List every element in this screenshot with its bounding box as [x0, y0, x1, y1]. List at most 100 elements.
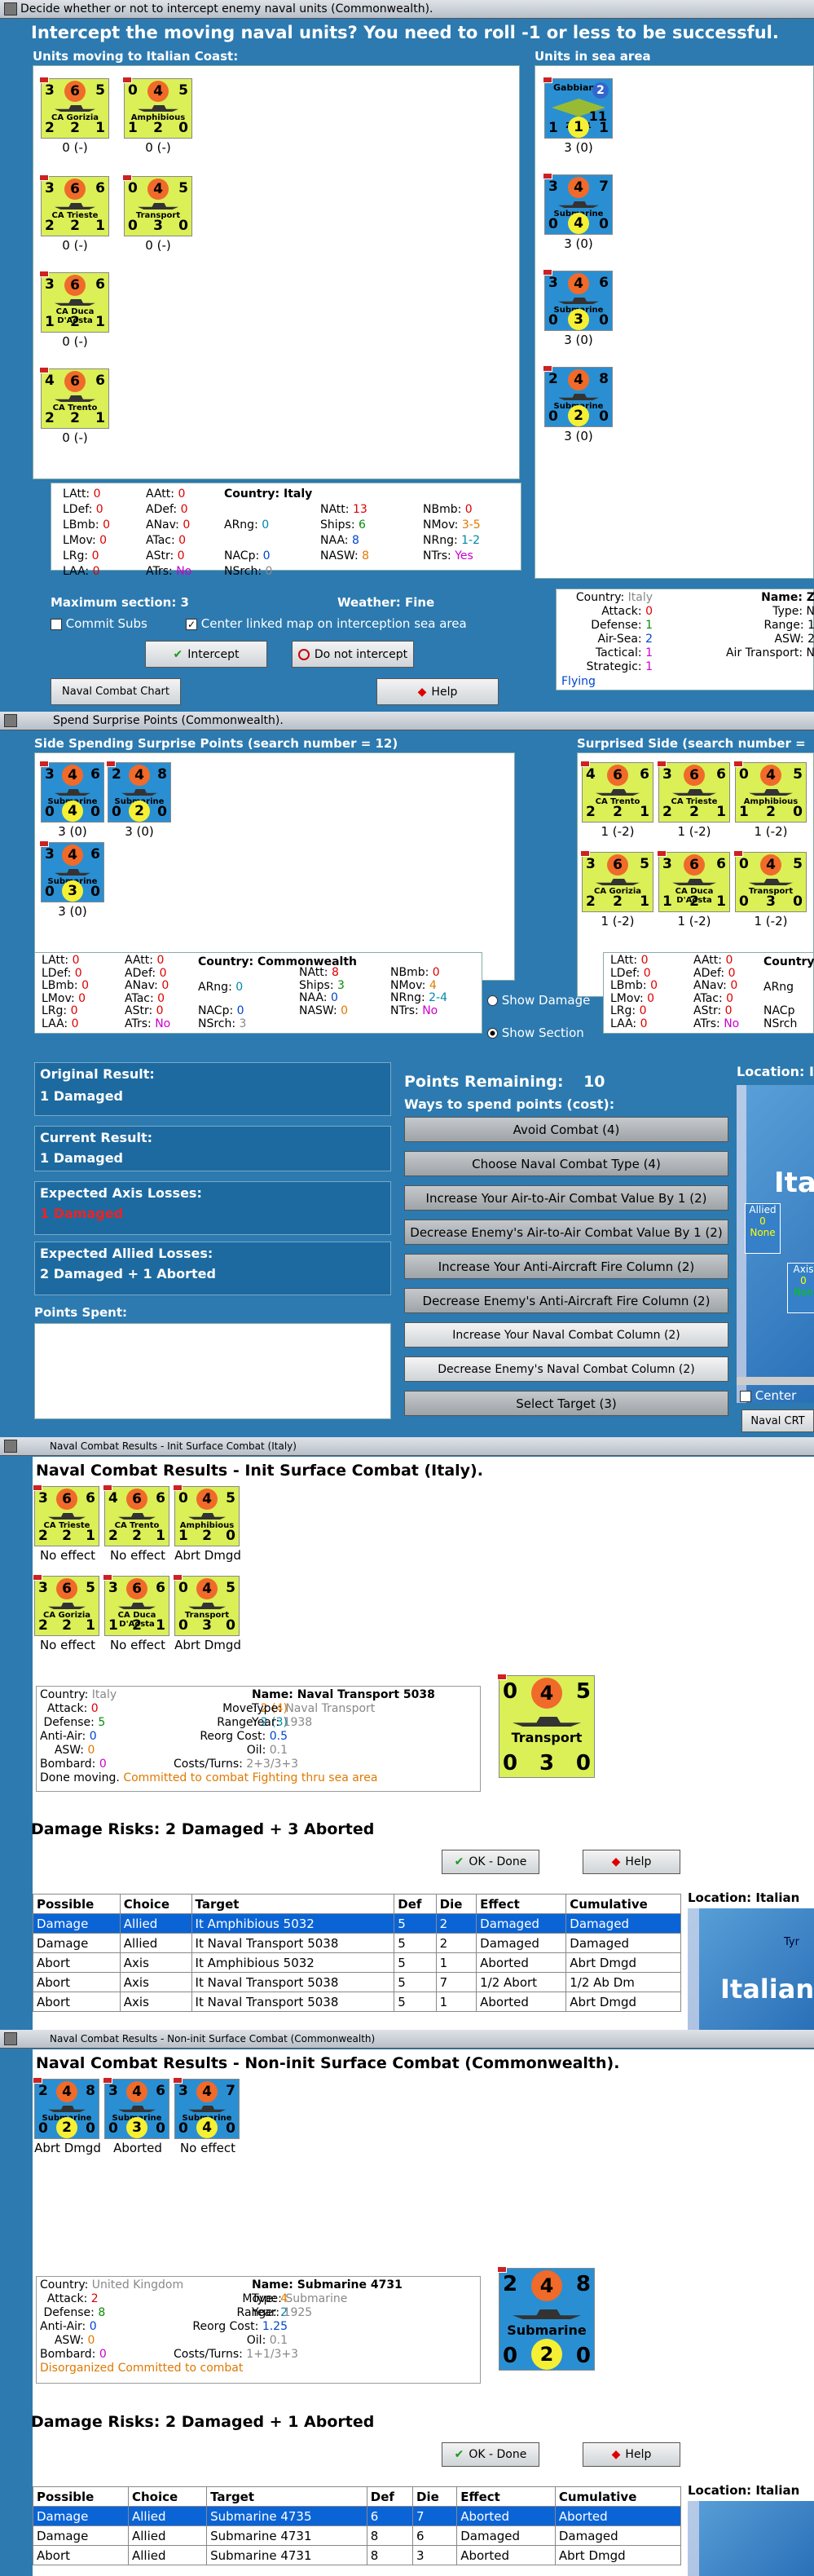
naval-crt-button[interactable]: Naval CRT	[741, 1409, 814, 1432]
italian-naval-unit-counter[interactable]: 3 6 6 CA Trieste 2 2 1	[657, 761, 730, 823]
spend-option-button[interactable]: Select Target (3)	[404, 1391, 728, 1416]
italian-naval-unit-counter[interactable]: 0 4 5 Amphibious 1 2 0	[733, 761, 807, 823]
column-header[interactable]: Effect	[476, 1894, 567, 1914]
italian-naval-unit-counter[interactable]: 4 6 6 CA Trento 2 2 1	[103, 1484, 169, 1546]
allied-naval-unit-counter[interactable]: 248Submarine020	[543, 365, 613, 427]
table-cell: 5	[394, 1933, 437, 1953]
column-header[interactable]: Choice	[119, 1894, 192, 1914]
unit-caption: 3 (0)	[125, 824, 154, 839]
column-header[interactable]: Possible	[33, 1894, 121, 1914]
italian-naval-unit-counter[interactable]: 3 6 5 CA Gorizia 2 2 1	[39, 77, 109, 139]
intercept-button[interactable]: ✔ Intercept	[145, 641, 267, 668]
help-button[interactable]: ◆ Help	[583, 2442, 680, 2467]
points-spent-list[interactable]	[34, 1323, 391, 1419]
help-button[interactable]: ◆ Help	[376, 678, 499, 705]
spend-option-button[interactable]: Choose Naval Combat Type (4)	[404, 1151, 728, 1176]
table-row[interactable]: Damage Allied It Amphibious 5032 5 2 Damaged D…	[33, 1913, 681, 1934]
unit-caption: 0 (-)	[62, 334, 88, 349]
ship-icon	[749, 879, 793, 885]
column-header[interactable]: Die	[435, 1894, 477, 1914]
surprise-titlebar[interactable]: Spend Surprise Points (Commonwealth).	[0, 712, 814, 730]
italian-naval-unit-counter[interactable]: 3 6 5 CA Gorizia 2 2 1	[580, 850, 653, 912]
do-not-intercept-button[interactable]: Do not intercept	[292, 641, 414, 668]
ok-done-button[interactable]: ✔ OK - Done	[442, 1850, 539, 1874]
help-book-icon: ◆	[417, 685, 427, 699]
table-row[interactable]: Abort Axis It Amphibious 5032 5 1 Aborted Abrt…	[33, 1952, 681, 1973]
ship-icon	[121, 789, 157, 796]
table-row[interactable]: Abort Axis It Naval Transport 5038 5 7 1/2 Ab…	[33, 1972, 681, 1992]
allied-naval-unit-counter[interactable]: 346Submarine030	[39, 840, 104, 902]
selected-unit-counter[interactable]: 0 4 5 Transport 0 3 0	[497, 1674, 595, 1778]
allied-naval-unit-counter[interactable]: 248Submarine020	[33, 2077, 99, 2139]
spend-option-button[interactable]: Increase Your Naval Combat Column (2)	[404, 1322, 728, 1348]
italian-naval-unit-counter[interactable]: 3 6 6 CA Duca D'Aosta 1 2 1	[39, 271, 109, 333]
italian-naval-unit-counter[interactable]: 0 4 5 Transport 0 3 0	[122, 174, 192, 236]
spend-option-button[interactable]: Decrease Enemy's Anti-Aircraft Fire Colu…	[404, 1288, 728, 1313]
spend-option-button[interactable]: Decrease Enemy's Naval Combat Column (2)	[404, 1356, 728, 1382]
spend-option-button[interactable]: Increase Your Air-to-Air Combat Value By…	[404, 1185, 728, 1211]
center-linked-checkbox[interactable]: ✓ Center linked map on interception sea …	[186, 616, 467, 631]
column-header[interactable]: Target	[191, 1894, 395, 1914]
allied-naval-unit-counter[interactable]: 347Submarine040	[173, 2077, 240, 2139]
ok-done-button[interactable]: ✔ OK - Done	[442, 2442, 539, 2467]
italian-naval-unit-counter[interactable]: 0 4 5 Transport 0 3 0	[173, 1574, 240, 1636]
table-row[interactable]: Damage Allied It Naval Transport 5038 5 2 Dam…	[33, 1933, 681, 1953]
table-cell: 8	[366, 2545, 414, 2565]
unit-caption: No effect	[39, 1548, 96, 1563]
italian-naval-unit-counter[interactable]: 3 6 6 CA Trieste 2 2 1	[39, 174, 109, 236]
spend-option-button[interactable]: Increase Your Anti-Aircraft Fire Column …	[404, 1254, 728, 1279]
italian-naval-unit-counter[interactable]: 4 6 6 CA Trento 2 2 1	[39, 367, 109, 429]
selected-unit-counter[interactable]: 2 4 8 Submarine 0 2 0	[497, 2266, 595, 2371]
italian-naval-unit-counter[interactable]: 0 4 5 Amphibious 1 2 0	[173, 1484, 240, 1546]
table-cell: Damaged	[565, 1933, 681, 1953]
show-section-radio[interactable]: Show Section	[487, 1026, 584, 1040]
italian-naval-unit-counter[interactable]: 3 6 6 CA Duca D'Aosta 1 2 1	[657, 850, 730, 912]
show-damage-radio[interactable]: Show Damage	[487, 993, 590, 1008]
unit-caption: 0 (-)	[62, 140, 88, 155]
allied-naval-unit-counter[interactable]: 346Submarine030	[103, 2077, 169, 2139]
table-row[interactable]: Abort Allied Submarine 4731 8 3 Aborted Abrt D…	[33, 2545, 682, 2565]
column-header[interactable]: Cumulative	[565, 1894, 681, 1914]
spend-option-button[interactable]: Decrease Enemy's Air-to-Air Combat Value…	[404, 1220, 728, 1245]
column-header[interactable]: Cumulative	[554, 2486, 682, 2507]
non-init-combat-titlebar[interactable]: Naval Combat Results - Non-init Surface …	[0, 2030, 814, 2049]
allied-naval-unit-counter[interactable]: 346Submarine040	[39, 761, 104, 823]
ship-icon	[188, 2106, 226, 2112]
naval-combat-chart-button[interactable]: Naval Combat Chart	[51, 678, 181, 705]
ship-icon	[558, 201, 599, 208]
minimap[interactable]	[688, 2501, 814, 2576]
column-header[interactable]: Target	[206, 2486, 367, 2507]
column-header[interactable]: Effect	[456, 2486, 556, 2507]
column-header[interactable]: Possible	[33, 2486, 129, 2507]
non-init-combat-header: Naval Combat Results - Non-init Surface …	[36, 2054, 620, 2072]
table-row[interactable]: Damage Allied Submarine 4735 6 7 Aborted Abort…	[33, 2506, 682, 2526]
allied-naval-unit-counter[interactable]: 248Submarine020	[106, 761, 171, 823]
init-combat-titlebar[interactable]: Naval Combat Results - Init Surface Comb…	[0, 1437, 814, 1456]
allied-naval-unit-counter[interactable]: 346Submarine030	[543, 269, 613, 331]
table-row[interactable]: Abort Axis It Naval Transport 5038 5 1 Aborte…	[33, 1992, 681, 2012]
allied-naval-unit-counter[interactable]: Gabbiano211Z 501111	[543, 77, 613, 139]
minimap[interactable]: Tyr Italian	[688, 1908, 814, 2030]
italian-naval-unit-counter[interactable]: 3 6 6 CA Duca D'Aosta 1 2 1	[103, 1574, 169, 1636]
italian-naval-unit-counter[interactable]: 4 6 6 CA Trento 2 2 1	[580, 761, 653, 823]
column-header[interactable]: Die	[411, 2486, 458, 2507]
table-row[interactable]: Damage Allied Submarine 4731 8 6 Damaged Damag…	[33, 2525, 682, 2546]
italian-naval-unit-counter[interactable]: 0 4 5 Amphibious 1 2 0	[122, 77, 192, 139]
italian-naval-unit-counter[interactable]: 3 6 5 CA Gorizia 2 2 1	[33, 1574, 99, 1636]
table-cell: Allied	[127, 2545, 208, 2565]
column-header[interactable]: Def	[366, 2486, 414, 2507]
table-cell: Abort	[33, 1992, 121, 2012]
allied-naval-unit-counter[interactable]: 347Submarine040	[543, 173, 613, 235]
ship-icon	[513, 1717, 581, 1727]
italian-naval-unit-counter[interactable]: 0 4 5 Transport 0 3 0	[733, 850, 807, 912]
italian-naval-unit-counter[interactable]: 3 6 6 CA Trieste 2 2 1	[33, 1484, 99, 1546]
column-header[interactable]: Choice	[127, 2486, 208, 2507]
center-checkbox[interactable]: Center	[740, 1388, 796, 1403]
minimap[interactable]: Ita Allied 0 None Axis 0 Non	[737, 1085, 814, 1403]
column-header[interactable]: Def	[394, 1894, 437, 1914]
intercept-titlebar[interactable]: Decide whether or not to intercept enemy…	[0, 0, 814, 19]
damage-table: Possible Choice Target Def Die Effect Cumulati…	[33, 2486, 682, 2565]
spend-option-button[interactable]: Avoid Combat (4)	[404, 1117, 728, 1142]
help-button[interactable]: ◆ Help	[583, 1850, 680, 1874]
commit-subs-checkbox[interactable]: Commit Subs	[51, 616, 147, 631]
